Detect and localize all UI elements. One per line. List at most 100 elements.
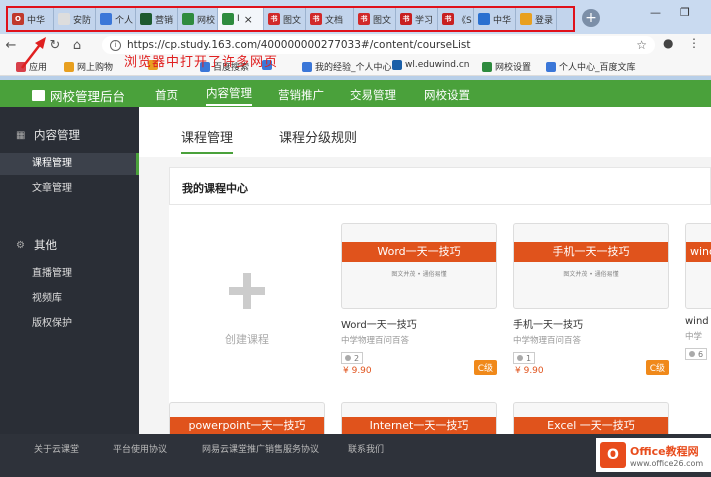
tab-label: 图文	[283, 15, 302, 26]
menu-icon[interactable]: ⋮	[688, 36, 700, 50]
browser-tab[interactable]: 书图文	[354, 8, 396, 30]
create-course-card[interactable]: 创建课程	[169, 223, 325, 398]
course-thumbnail[interactable]: wind	[685, 223, 711, 309]
course-thumbnail[interactable]: Excel 一天一技巧	[513, 402, 669, 434]
bookmark-item[interactable]: 网校设置	[482, 60, 531, 73]
thumbnail-title: Excel 一天一技巧	[514, 417, 668, 434]
student-count-value: 2	[354, 353, 360, 363]
course-card[interactable]: Excel 一天一技巧	[513, 402, 669, 434]
bookmarks-bar: 应用 网上购物 百度搜索 我的经验_个人中心 wl.eduwind.cn 网校设置 个人中心…	[0, 56, 711, 76]
profile-icon[interactable]: ●	[663, 36, 673, 50]
bookmark-item[interactable]: 网上购物	[64, 60, 113, 73]
bookmark-label: 我的经验_个人中心	[315, 63, 392, 73]
nav-home[interactable]: 首页	[155, 87, 178, 103]
course-center-panel: 我的课程中心 创建课程 Word一天一技巧 图文并茂 • 通俗易懂 Word一天…	[169, 167, 711, 434]
minimize-button[interactable]: —	[650, 6, 661, 19]
course-org: 中学物理百问百答	[341, 336, 410, 346]
grid-icon: ▦	[16, 129, 26, 141]
sidebar-item-live[interactable]: 直播管理	[0, 263, 139, 285]
maximize-button[interactable]: ❐	[680, 6, 690, 19]
nav-school-settings[interactable]: 网校设置	[424, 87, 470, 103]
browser-tab[interactable]: 登录	[516, 8, 557, 30]
course-thumbnail[interactable]: Internet一天一技巧	[341, 402, 497, 434]
course-name[interactable]: Word一天一技巧	[341, 316, 497, 331]
tab-course-management[interactable]: 课程管理	[181, 127, 234, 154]
course-price: ¥ 9.90	[343, 366, 372, 376]
bookmark-label: wl.eduwind.cn	[405, 60, 470, 70]
course-card[interactable]: 手机一天一技巧 图文并茂 • 通俗易懂 手机一天一技巧 中学物理百问百答 1 ¥…	[513, 223, 669, 376]
footer-link-terms[interactable]: 平台使用协议	[113, 442, 167, 455]
level-badge: C级	[645, 360, 669, 375]
thumbnail-title: wind	[686, 242, 711, 262]
student-count-value: 1	[526, 353, 532, 363]
logo-icon	[32, 90, 45, 101]
new-tab-button[interactable]: +	[582, 9, 600, 27]
bookmark-icon	[482, 61, 492, 72]
tab-course-grading-rules[interactable]: 课程分级规则	[279, 127, 357, 146]
course-thumbnail[interactable]: Word一天一技巧 图文并茂 • 通俗易懂	[341, 223, 497, 309]
sidebar-section-label: 其他	[34, 238, 57, 252]
watermark-title: Office教程网	[630, 444, 699, 458]
tab-close-icon[interactable]: ×	[244, 13, 253, 26]
info-icon[interactable]: i	[110, 39, 121, 51]
course-name[interactable]: wind	[685, 316, 711, 327]
bookmark-item[interactable]: 个人中心_百度文库	[546, 60, 636, 73]
browser-tab[interactable]: I ×	[218, 8, 264, 30]
bookmark-item[interactable]: wl.eduwind.cn	[392, 60, 469, 70]
bookmark-item[interactable]: 我的经验_个人中心	[302, 60, 392, 73]
level-badge: C级	[473, 360, 497, 375]
watermark-text: Office教程网 www.office26.com	[630, 443, 703, 468]
course-card[interactable]: Word一天一技巧 图文并茂 • 通俗易懂 Word一天一技巧 中学物理百问百答…	[341, 223, 497, 376]
course-card[interactable]: Internet一天一技巧	[341, 402, 497, 434]
browser-tab[interactable]: 书文档	[306, 8, 354, 30]
browser-tab[interactable]: 个人	[96, 8, 136, 30]
tab-favicon-icon: O	[12, 13, 24, 25]
browser-tab[interactable]: 书《S	[438, 8, 474, 30]
browser-tab[interactable]: O 中华	[8, 8, 54, 30]
browser-tab[interactable]: 安防	[54, 8, 96, 30]
tab-favicon-icon: 书	[400, 13, 412, 25]
course-card[interactable]: wind wind 中学 6	[685, 223, 711, 361]
sidebar-item-copyright[interactable]: 版权保护	[0, 313, 139, 335]
tab-label: I	[237, 14, 240, 24]
course-card[interactable]: powerpoint一天一技巧	[169, 402, 325, 434]
footer-link-contact[interactable]: 联系我们	[348, 442, 384, 455]
footer-link-about[interactable]: 关于云课堂	[34, 442, 79, 455]
browser-tab[interactable]: 书图文	[264, 8, 306, 30]
tab-favicon-icon: 书	[310, 13, 322, 25]
bookmark-star-icon[interactable]: ☆	[636, 38, 647, 52]
browser-tab[interactable]: 书学习	[396, 8, 438, 30]
course-thumbnail[interactable]: powerpoint一天一技巧	[169, 402, 325, 434]
tab-label: 安防	[73, 15, 92, 26]
watermark-logo: O Office教程网 www.office26.com	[596, 438, 711, 472]
nav-marketing[interactable]: 营销推广	[278, 87, 324, 103]
nav-content-management[interactable]: 内容管理	[206, 85, 252, 106]
tab-favicon-icon	[520, 13, 532, 25]
user-icon	[345, 355, 351, 361]
site-header: 网校管理后台 首页 内容管理 营销推广 交易管理 网校设置	[0, 80, 711, 107]
tab-label: 营销	[155, 15, 174, 26]
annotation-text: 浏览器中打开了许多网页	[124, 55, 279, 70]
main-content: 课程管理 课程分级规则 我的课程中心 创建课程 Word一天一技巧 图文并茂 •…	[139, 107, 711, 434]
sidebar: ▦ 内容管理 课程管理 文章管理 ⚙ 其他 直播管理 视频库 版权保护	[0, 107, 139, 434]
course-name[interactable]: 手机一天一技巧	[513, 316, 669, 331]
student-count: 2	[341, 352, 364, 364]
footer-link-sales-agreement[interactable]: 网易云课堂推广销售服务协议	[202, 442, 319, 455]
sidebar-item-article-management[interactable]: 文章管理	[0, 178, 139, 200]
browser-tab[interactable]: 中华	[474, 8, 516, 30]
sidebar-item-video-library[interactable]: 视频库	[0, 288, 139, 310]
home-icon: ⌂	[72, 37, 82, 53]
tab-favicon-icon: 书	[268, 13, 280, 25]
tab-label: 图文	[373, 15, 392, 26]
tab-favicon-icon	[478, 13, 490, 25]
nav-trade-management[interactable]: 交易管理	[350, 87, 396, 103]
browser-tab[interactable]: 网校	[178, 8, 218, 30]
home-button[interactable]: ⌂	[66, 38, 88, 53]
site-logo[interactable]: 网校管理后台	[32, 86, 125, 105]
bookmark-icon	[64, 61, 74, 72]
url-text[interactable]: https://cp.study.163.com/400000000277033…	[127, 39, 470, 51]
sidebar-item-course-management[interactable]: 课程管理	[0, 153, 139, 175]
back-arrow-icon: ←	[5, 37, 17, 53]
course-thumbnail[interactable]: 手机一天一技巧 图文并茂 • 通俗易懂	[513, 223, 669, 309]
browser-tab[interactable]: 营销	[136, 8, 178, 30]
